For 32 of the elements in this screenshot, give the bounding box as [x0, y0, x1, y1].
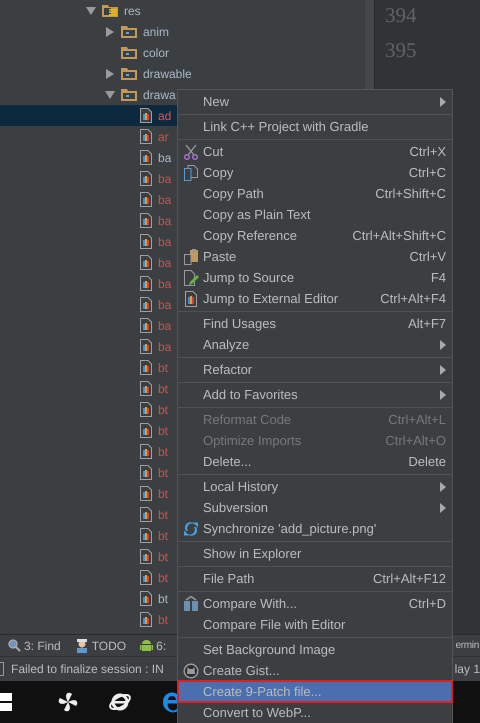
tree-item-label: ad [158, 108, 172, 124]
status-message: Failed to finalize session : IN [11, 661, 164, 678]
tree-item-label: bt [158, 464, 168, 482]
status-text: lay 1 [454, 661, 480, 678]
tree-item-label: ba [158, 212, 172, 230]
tree-item-label: ba [158, 150, 172, 166]
tree-item-label: anim [143, 24, 170, 40]
tree-item-label: ba [158, 318, 172, 334]
tree-item-label: bt [158, 548, 168, 566]
tree-item-label: bt [158, 486, 168, 502]
tree-item-label: bt [158, 506, 168, 524]
tree-item-label: bt [158, 528, 168, 544]
tree-item-label: ba [158, 170, 172, 188]
tree-item-label: ar [158, 128, 169, 146]
tree-item-label: ba [158, 276, 172, 292]
tree-item-label: bt [158, 590, 168, 608]
tree-item-label: ba [158, 338, 172, 356]
tree-item-label: ba [158, 234, 172, 250]
tree-item-label: ba [158, 296, 172, 314]
tree-item-label: drawa [143, 86, 176, 104]
tree-item-label: bt [158, 570, 168, 586]
tree-item-label: ba [158, 254, 172, 272]
tree-item-label: bt [158, 360, 168, 376]
tree-item-label: ba [158, 192, 172, 208]
tree-item-label: res [124, 2, 141, 20]
tree-item-label: bt [158, 402, 168, 418]
tree-item-label: color [143, 44, 170, 62]
tree-item-label: bt [158, 612, 168, 628]
tree-item-label: drawable [143, 66, 192, 82]
tree-item-label: bt [158, 422, 168, 440]
tree-item-label: bt [158, 444, 168, 460]
tree-item-label: bt [158, 380, 168, 398]
